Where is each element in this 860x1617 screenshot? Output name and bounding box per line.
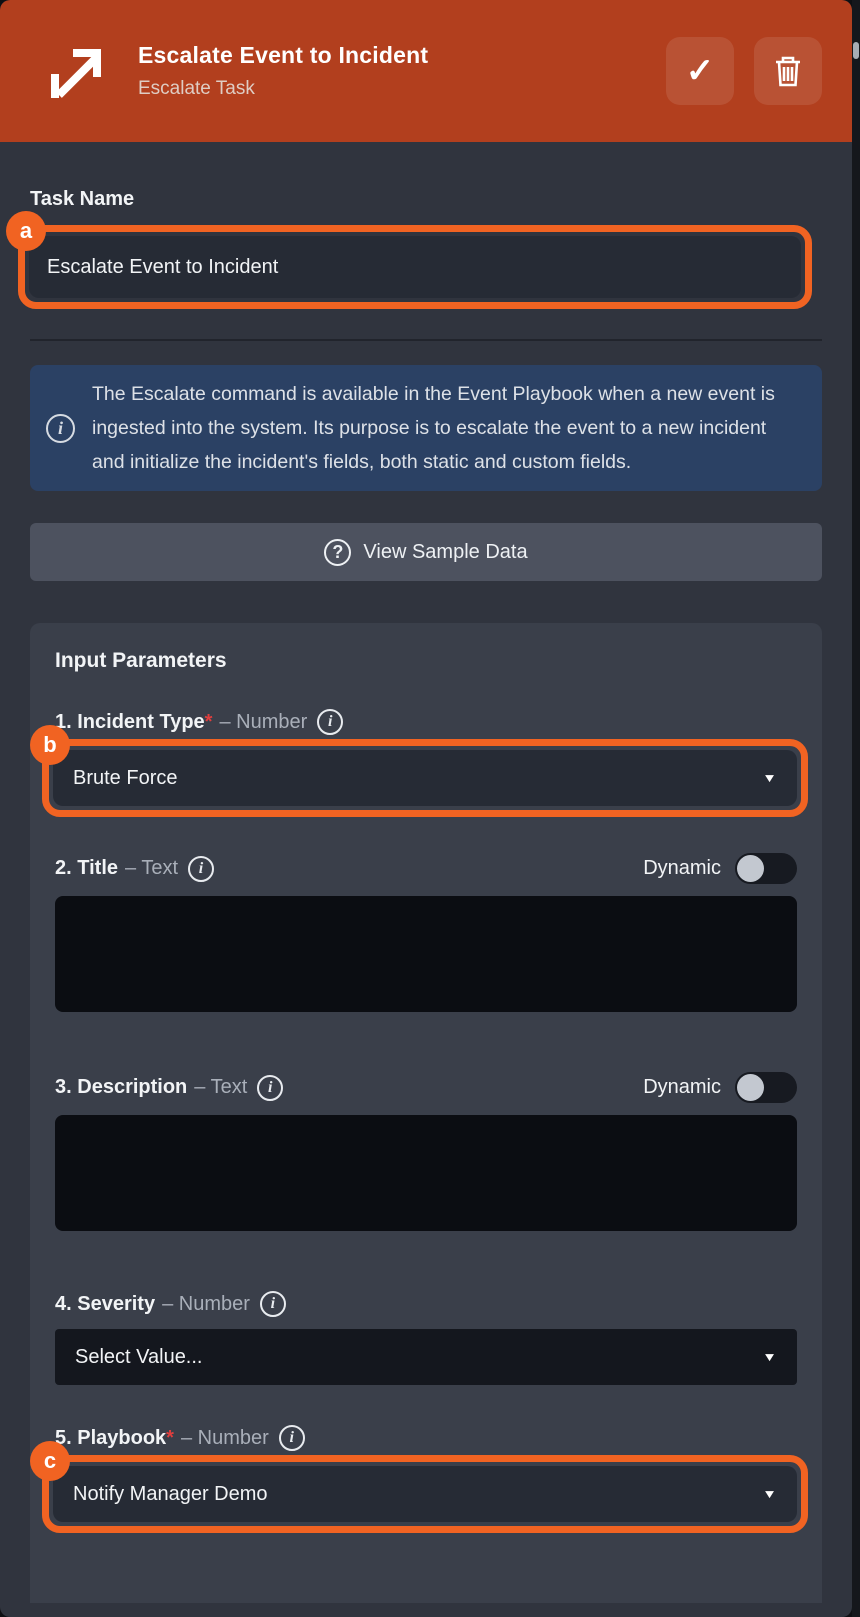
annotation-highlight-b: b Brute Force ▼	[42, 739, 808, 817]
toggle-knob	[737, 1074, 764, 1101]
chevron-down-icon: ▼	[762, 1487, 777, 1501]
dynamic-label: Dynamic	[643, 1076, 721, 1099]
annotation-highlight-a: a	[18, 225, 812, 309]
delete-button[interactable]	[754, 37, 822, 105]
param-info-icon[interactable]: i	[257, 1075, 283, 1101]
trash-icon	[773, 54, 803, 88]
dialog-body: Task Name a i The Escalate command is av…	[0, 188, 852, 581]
dynamic-label: Dynamic	[643, 857, 721, 880]
task-name-input[interactable]	[29, 236, 801, 298]
dynamic-toggle-group: Dynamic	[643, 853, 797, 884]
param-playbook-label: 5. Playbook*– Number i	[55, 1425, 305, 1451]
title-textarea[interactable]	[55, 896, 797, 1012]
task-config-screen: Escalate Event to Incident Escalate Task…	[0, 0, 860, 1617]
severity-select[interactable]: Select Value... ▼	[55, 1329, 797, 1385]
dynamic-toggle[interactable]	[735, 1072, 797, 1103]
playbook-select[interactable]: Notify Manager Demo ▼	[53, 1466, 797, 1522]
param-name: Description	[77, 1076, 187, 1099]
chevron-down-icon: ▼	[762, 771, 777, 785]
param-severity: 4. Severity – Number i Select Value... ▼	[55, 1291, 797, 1385]
task-header-text: Escalate Event to Incident Escalate Task	[138, 42, 666, 100]
param-info-icon[interactable]: i	[279, 1425, 305, 1451]
param-type: – Number	[181, 1427, 269, 1450]
severity-value: Select Value...	[75, 1346, 202, 1369]
param-playbook: 5. Playbook*– Number i c Notify Manager …	[55, 1425, 797, 1533]
param-incident-type-label: 1. Incident Type*– Number i	[55, 709, 343, 735]
param-severity-label: 4. Severity – Number i	[55, 1291, 286, 1317]
incident-type-value: Brute Force	[73, 767, 177, 790]
param-name: Title	[77, 857, 118, 880]
playbook-value: Notify Manager Demo	[73, 1483, 268, 1506]
input-parameters-card: Input Parameters 1. Incident Type*– Numb…	[30, 623, 822, 1603]
required-marker: *	[166, 1427, 174, 1450]
scrollbar[interactable]	[852, 0, 860, 1617]
chevron-down-icon: ▼	[762, 1350, 777, 1364]
param-info-icon[interactable]: i	[317, 709, 343, 735]
annotation-highlight-c: c Notify Manager Demo ▼	[42, 1455, 808, 1533]
task-header: Escalate Event to Incident Escalate Task…	[0, 0, 852, 142]
escalate-arrow-icon	[46, 40, 108, 102]
annotation-badge-a: a	[6, 211, 46, 251]
param-info-icon[interactable]: i	[188, 856, 214, 882]
check-icon: ✓	[686, 54, 715, 88]
incident-type-select[interactable]: Brute Force ▼	[53, 750, 797, 806]
param-type: – Number	[219, 711, 307, 734]
task-name-label: Task Name	[30, 188, 822, 211]
param-name: Incident Type	[77, 711, 204, 734]
info-box-text: The Escalate command is available in the…	[92, 377, 802, 479]
param-type: – Number	[162, 1293, 250, 1316]
param-description-label: 3. Description – Text i	[55, 1075, 283, 1101]
param-info-icon[interactable]: i	[260, 1291, 286, 1317]
param-incident-type: 1. Incident Type*– Number i b Brute Forc…	[55, 709, 797, 817]
task-config-dialog: Escalate Event to Incident Escalate Task…	[0, 0, 852, 1617]
param-description: 3. Description – Text i Dynamic	[55, 1072, 797, 1231]
param-number: 2.	[55, 857, 72, 880]
param-name: Playbook	[77, 1427, 166, 1450]
param-number: 4.	[55, 1293, 72, 1316]
divider	[30, 339, 822, 341]
dynamic-toggle[interactable]	[735, 853, 797, 884]
info-icon: i	[46, 414, 75, 443]
required-marker: *	[205, 711, 213, 734]
toggle-knob	[737, 855, 764, 882]
confirm-button[interactable]: ✓	[666, 37, 734, 105]
description-textarea[interactable]	[55, 1115, 797, 1231]
view-sample-data-button[interactable]: ? View Sample Data	[30, 523, 822, 581]
annotation-badge-b: b	[30, 725, 70, 765]
param-title: 2. Title – Text i Dynamic	[55, 853, 797, 1012]
task-subtitle: Escalate Task	[138, 78, 666, 100]
annotation-badge-c: c	[30, 1441, 70, 1481]
param-type: – Text	[125, 857, 178, 880]
input-parameters-title: Input Parameters	[55, 649, 797, 673]
param-number: 3.	[55, 1076, 72, 1099]
info-box: i The Escalate command is available in t…	[30, 365, 822, 491]
dynamic-toggle-group: Dynamic	[643, 1072, 797, 1103]
scrollbar-thumb[interactable]	[853, 42, 859, 59]
view-sample-data-label: View Sample Data	[363, 541, 527, 564]
param-name: Severity	[77, 1293, 155, 1316]
param-title-label: 2. Title – Text i	[55, 856, 214, 882]
param-type: – Text	[194, 1076, 247, 1099]
question-icon: ?	[324, 539, 351, 566]
task-title: Escalate Event to Incident	[138, 42, 666, 69]
